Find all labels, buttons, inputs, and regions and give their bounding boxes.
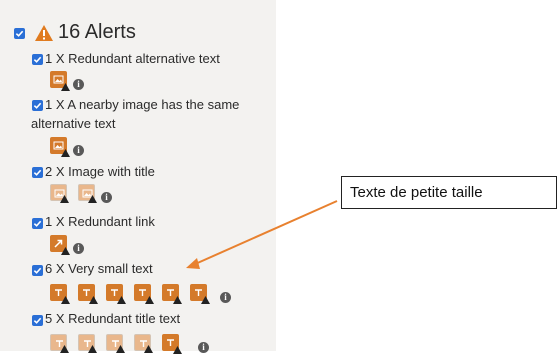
callout-box: Texte de petite taille xyxy=(341,176,557,209)
